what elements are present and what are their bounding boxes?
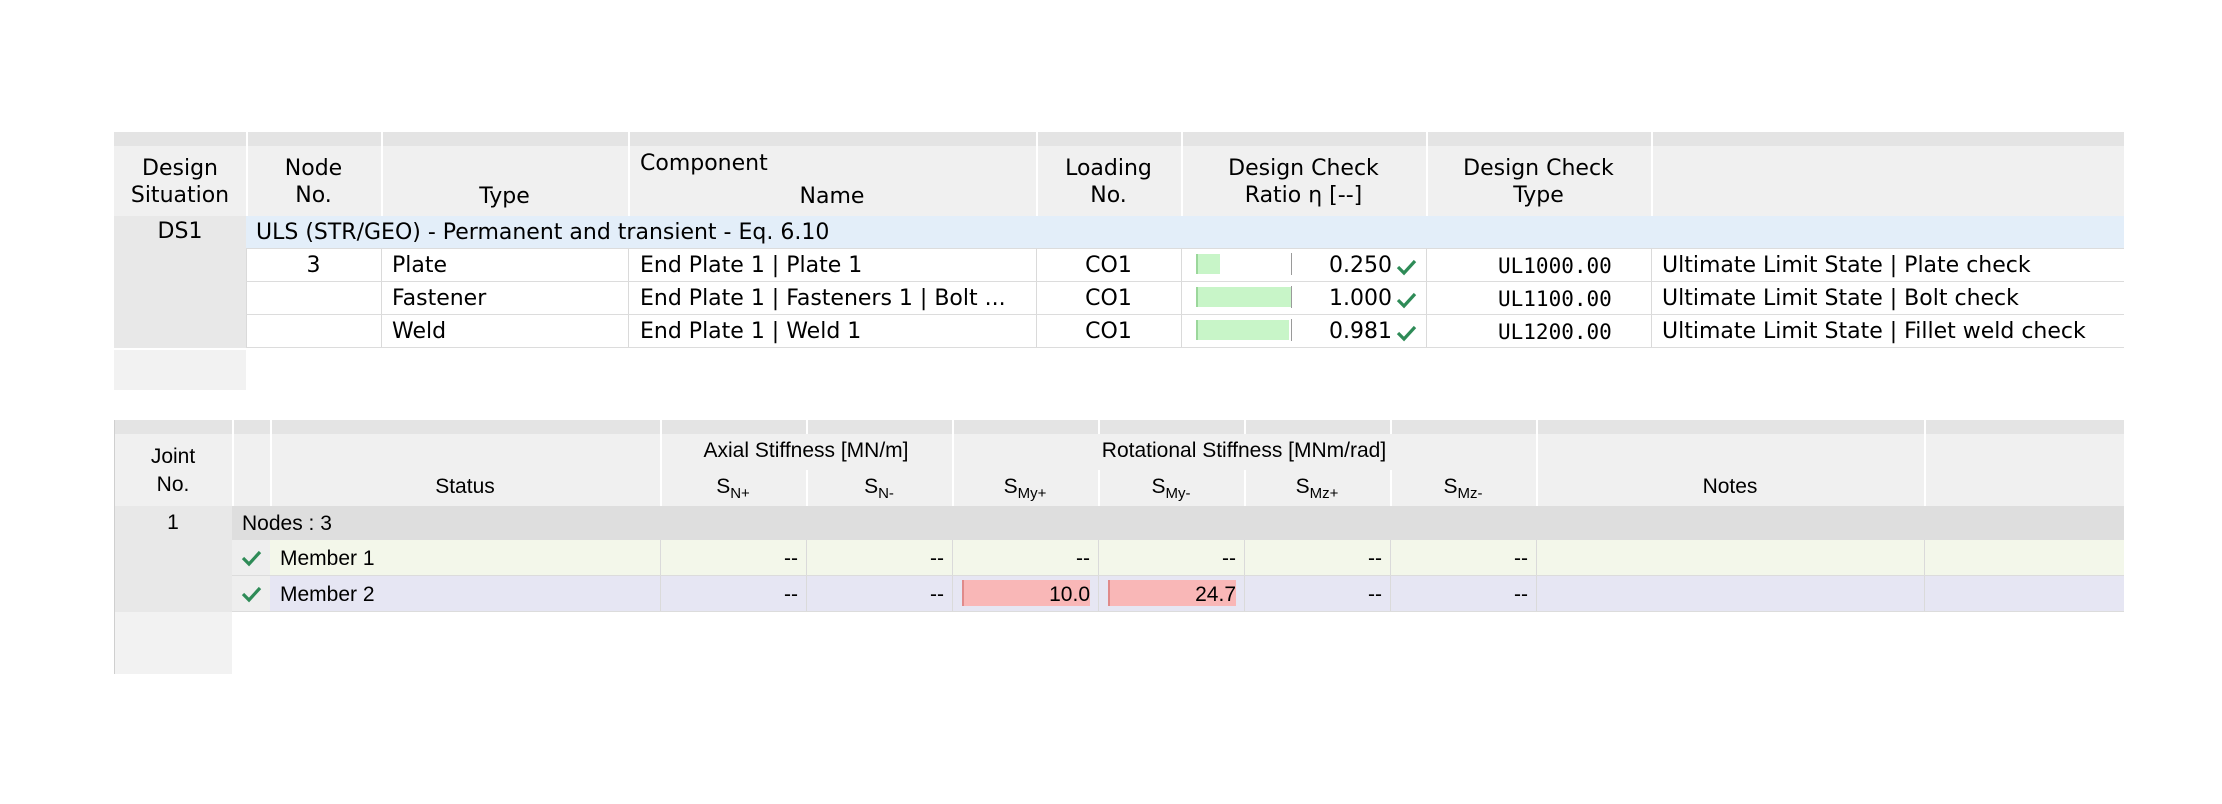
header-strip [114, 420, 2124, 434]
group-label: Nodes : 3 [242, 512, 332, 535]
value-s-n-plus: -- [784, 583, 798, 606]
value-s-mz-minus: -- [1514, 583, 1528, 606]
component-type: Plate [392, 253, 448, 278]
check-ok-icon [1396, 259, 1417, 276]
header-design-situation-2: Situation [130, 183, 230, 208]
header-notes: Notes [1702, 475, 1758, 498]
loading-no: CO1 [1085, 286, 1132, 311]
header-ratio-1: Design Check [1228, 156, 1379, 181]
header-ratio-2: Ratio η [--] [1244, 183, 1363, 208]
header-joint-2: No. [156, 473, 190, 496]
check-ok-icon [241, 550, 262, 567]
header-rotational-stiffness: Rotational Stiffness [MNm/rad] [1101, 439, 1387, 462]
ratio-value: 1.000 [1329, 286, 1392, 311]
check-type-code: UL1100.00 [1498, 287, 1612, 311]
check-description: Ultimate Limit State | Bolt check [1662, 286, 2019, 311]
component-type: Fastener [392, 286, 487, 311]
ratio-bar [1196, 287, 1291, 307]
value-s-n-minus: -- [930, 583, 944, 606]
header-loading-1: Loading [1065, 156, 1152, 181]
header-axial-stiffness: Axial Stiffness [MN/m] [703, 439, 909, 462]
check-description: Ultimate Limit State | Plate check [1662, 253, 2031, 278]
node-no: 3 [306, 253, 321, 278]
header-strip [114, 132, 2124, 146]
group-label: ULS (STR/GEO) - Permanent and transient … [256, 220, 830, 245]
check-description: Ultimate Limit State | Fillet weld check [1662, 319, 2086, 344]
header-check-type-1: Design Check [1463, 156, 1614, 181]
header-joint-1: Joint [150, 445, 196, 468]
check-type-code: UL1000.00 [1498, 254, 1612, 278]
header-type: Type [479, 184, 530, 209]
ratio-bar [1196, 320, 1289, 340]
check-ok-icon [1396, 325, 1417, 342]
header-check-type-2: Type [1513, 183, 1564, 208]
component-type: Weld [392, 319, 447, 344]
value-s-my-minus: -- [1222, 547, 1236, 570]
header-node-1: Node [284, 156, 343, 181]
joint-no[interactable]: 1 [114, 510, 232, 536]
header-s-my-plus: SMy+ [1003, 475, 1047, 502]
check-ok-icon [241, 586, 262, 603]
header-node-2: No. [295, 183, 332, 208]
header-component: Component [640, 151, 768, 176]
header-s-mz-minus: SMz- [1443, 475, 1483, 502]
header-s-my-minus: SMy- [1151, 475, 1191, 502]
ratio-value: 0.250 [1329, 253, 1392, 278]
value-s-mz-minus: -- [1514, 547, 1528, 570]
ratio-value: 0.981 [1329, 319, 1392, 344]
component-name: End Plate 1 | Plate 1 [640, 253, 863, 278]
header-design-situation-1: Design [142, 156, 218, 181]
value-s-mz-plus: -- [1368, 583, 1382, 606]
header-s-n-plus: SN+ [716, 475, 750, 502]
header-s-n-minus: SN- [864, 475, 894, 502]
value-s-n-minus: -- [930, 547, 944, 570]
value-s-mz-plus: -- [1368, 547, 1382, 570]
check-ok-icon [1396, 292, 1417, 309]
header-loading-2: No. [1090, 183, 1127, 208]
empty-row-header [114, 350, 246, 390]
value-s-n-plus: -- [784, 547, 798, 570]
value-s-my-plus: -- [1076, 547, 1090, 570]
value-s-my-plus: 10.0 [1049, 583, 1090, 606]
component-name: End Plate 1 | Weld 1 [640, 319, 862, 344]
check-type-code: UL1200.00 [1498, 320, 1612, 344]
component-name: End Plate 1 | Fasteners 1 | Bolt ... [640, 286, 1006, 311]
header-s-mz-plus: SMz+ [1295, 475, 1339, 502]
header-name: Name [799, 184, 865, 209]
loading-no: CO1 [1085, 253, 1132, 278]
group-row[interactable] [232, 506, 2124, 540]
value-s-my-minus: 24.7 [1195, 583, 1236, 606]
loading-no: CO1 [1085, 319, 1132, 344]
header-status: Status [435, 475, 495, 498]
design-situation-label[interactable]: DS1 [114, 219, 246, 245]
member-label: Member 2 [280, 583, 375, 606]
ratio-bar [1196, 254, 1220, 274]
member-label: Member 1 [280, 547, 375, 570]
empty-row-header [114, 612, 232, 674]
